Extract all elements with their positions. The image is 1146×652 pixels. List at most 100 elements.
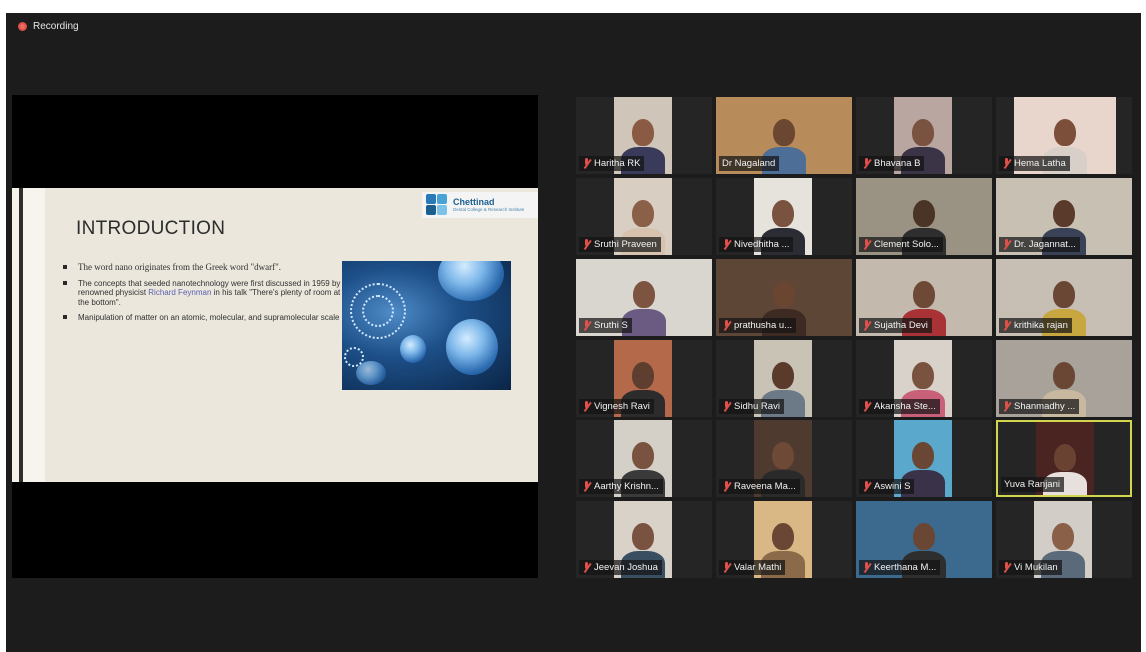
participant-name-tag: Valar Mathi	[719, 560, 786, 575]
logo-name: Chettinad	[453, 196, 495, 207]
participant-name: Valar Mathi	[734, 562, 782, 573]
participant-name-tag: Yuva Ranjani	[1001, 477, 1064, 492]
participant-tile[interactable]: Bhavana B	[856, 97, 992, 174]
participant-name-tag: Shanmadhy ...	[999, 399, 1080, 414]
mic-muted-icon	[862, 239, 871, 250]
participant-name-tag: Sruthi Praveen	[579, 237, 661, 252]
participant-name: Sidhu Ravi	[734, 401, 780, 412]
participant-name: Dr. Jagannat...	[1014, 239, 1076, 250]
participant-name-tag: Dr. Jagannat...	[999, 237, 1080, 252]
mic-muted-icon	[1002, 320, 1011, 331]
mic-muted-icon	[582, 320, 591, 331]
participant-tile[interactable]: Jeevan Joshua	[576, 501, 712, 578]
presentation-slide: Chettinad Dental College & Research Inst…	[12, 188, 538, 482]
participant-name-tag: Vignesh Ravi	[579, 399, 654, 414]
participant-name: Sruthi Praveen	[594, 239, 657, 250]
participant-name: Vignesh Ravi	[594, 401, 650, 412]
logo-subtitle: Dental College & Research Institute	[453, 206, 525, 212]
participant-tile[interactable]: Vi Mukilan	[996, 501, 1132, 578]
participant-name: Yuva Ranjani	[1004, 479, 1060, 490]
bullet-item: The concepts that seeded nanotechnology …	[63, 279, 353, 308]
participant-tile[interactable]: Dr Nagaland	[716, 97, 852, 174]
participant-tile[interactable]: Aarthy Krishn...	[576, 420, 712, 497]
participant-tile[interactable]: Dr. Jagannat...	[996, 178, 1132, 255]
participant-name: Raveena Ma...	[734, 481, 796, 492]
participant-face	[632, 200, 654, 227]
mic-muted-icon	[582, 401, 591, 412]
mic-muted-icon	[582, 239, 591, 250]
participant-tile[interactable]: Yuva Ranjani	[996, 420, 1132, 497]
participant-face	[1054, 444, 1076, 471]
participant-tile[interactable]: Hema Latha	[996, 97, 1132, 174]
participant-tile[interactable]: Haritha RK	[576, 97, 712, 174]
participant-name: Haritha RK	[594, 158, 641, 169]
participant-tile[interactable]: Nivedhitha ...	[716, 178, 852, 255]
mic-muted-icon	[862, 481, 871, 492]
participant-face	[913, 281, 935, 308]
participant-name: Dr Nagaland	[722, 158, 776, 169]
participant-face	[1054, 119, 1076, 146]
participant-face	[1053, 362, 1075, 389]
participant-name-tag: Dr Nagaland	[719, 156, 780, 171]
participant-tile[interactable]: Sujatha Devi	[856, 259, 992, 336]
participant-tile[interactable]: Akansha Ste...	[856, 340, 992, 417]
participant-name: Akansha Ste...	[874, 401, 936, 412]
recording-indicator[interactable]: Recording	[18, 21, 79, 32]
participant-face	[772, 200, 794, 227]
participant-name: Sujatha Devi	[874, 320, 928, 331]
participant-tile[interactable]: Sruthi S	[576, 259, 712, 336]
slide-bullet-list: The word nano originates from the Greek …	[63, 262, 353, 329]
participant-name-tag: krithika rajan	[999, 318, 1072, 333]
mic-muted-icon	[1002, 562, 1011, 573]
participant-name: Clement Solo...	[874, 239, 939, 250]
bullet-item: The word nano originates from the Greek …	[63, 262, 353, 273]
participant-face	[632, 523, 654, 550]
participant-name: Jeevan Joshua	[594, 562, 658, 573]
participant-face	[773, 281, 795, 308]
participant-face	[912, 119, 934, 146]
meeting-window: Recording Chettinad Dental College & Res…	[6, 13, 1141, 652]
participant-tile[interactable]: Clement Solo...	[856, 178, 992, 255]
participant-face	[632, 442, 654, 469]
mic-muted-icon	[722, 401, 731, 412]
participant-tile[interactable]: Keerthana M...	[856, 501, 992, 578]
shared-screen: Chettinad Dental College & Research Inst…	[12, 95, 538, 578]
mic-muted-icon	[722, 481, 731, 492]
participant-name: Nivedhitha ...	[734, 239, 790, 250]
participant-tile[interactable]: Vignesh Ravi	[576, 340, 712, 417]
participant-name-tag: Aarthy Krishn...	[579, 479, 663, 494]
participant-name: Shanmadhy ...	[1014, 401, 1076, 412]
participant-face	[913, 200, 935, 227]
mic-muted-icon	[722, 562, 731, 573]
institution-logo: Chettinad Dental College & Research Inst…	[422, 192, 538, 218]
participant-name-tag: Clement Solo...	[859, 237, 943, 252]
participant-tile[interactable]: Sidhu Ravi	[716, 340, 852, 417]
mic-muted-icon	[582, 158, 591, 169]
recording-dot-icon	[18, 22, 27, 31]
mic-muted-icon	[582, 481, 591, 492]
participant-name: Keerthana M...	[874, 562, 937, 573]
participant-name: krithika rajan	[1014, 320, 1068, 331]
participant-tile[interactable]: Valar Mathi	[716, 501, 852, 578]
participant-face	[913, 523, 935, 550]
slide-title: INTRODUCTION	[76, 218, 226, 239]
participant-tile[interactable]: Raveena Ma...	[716, 420, 852, 497]
logo-mark-icon	[426, 194, 448, 216]
participant-tile[interactable]: Shanmadhy ...	[996, 340, 1132, 417]
participant-tile[interactable]: Aswini S	[856, 420, 992, 497]
participant-name-tag: Aswini S	[859, 479, 915, 494]
feynman-name: Richard Feynman	[148, 288, 212, 297]
participant-face	[1053, 200, 1075, 227]
participant-name: Aswini S	[874, 481, 911, 492]
participant-name-tag: Sidhu Ravi	[719, 399, 784, 414]
participant-tile[interactable]: prathusha u...	[716, 259, 852, 336]
participant-name-tag: Bhavana B	[859, 156, 925, 171]
participant-tile[interactable]: Sruthi Praveen	[576, 178, 712, 255]
mic-muted-icon	[1002, 401, 1011, 412]
mic-muted-icon	[1002, 158, 1011, 169]
participant-tile[interactable]: krithika rajan	[996, 259, 1132, 336]
participant-name: prathusha u...	[734, 320, 793, 331]
participant-name: Hema Latha	[1014, 158, 1066, 169]
mic-muted-icon	[1002, 239, 1011, 250]
participant-face	[912, 362, 934, 389]
